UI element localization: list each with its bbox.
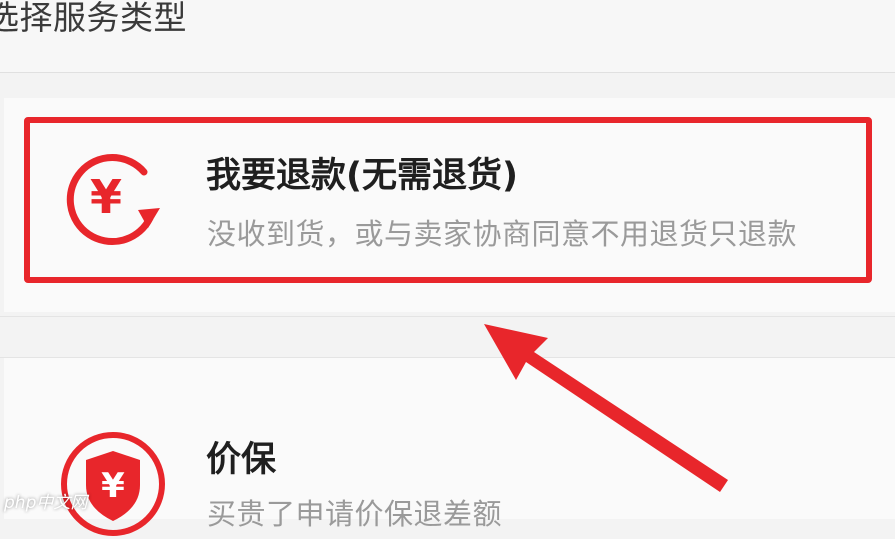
price-protection-option-description: 买贵了申请价保退差额 [207, 497, 503, 531]
page-title: 选择服务类型 [0, 0, 187, 37]
price-protection-shield-icon: ¥ [61, 432, 165, 536]
price-protection-option-title: 价保 [206, 440, 277, 480]
page-header: 选择服务类型 [0, 0, 895, 73]
annotation-arrow-icon [484, 324, 728, 492]
svg-text:¥: ¥ [101, 466, 125, 506]
highlight-annotation-box [24, 117, 872, 283]
divider [0, 316, 895, 317]
watermark-logo: php中文网 [4, 493, 88, 513]
